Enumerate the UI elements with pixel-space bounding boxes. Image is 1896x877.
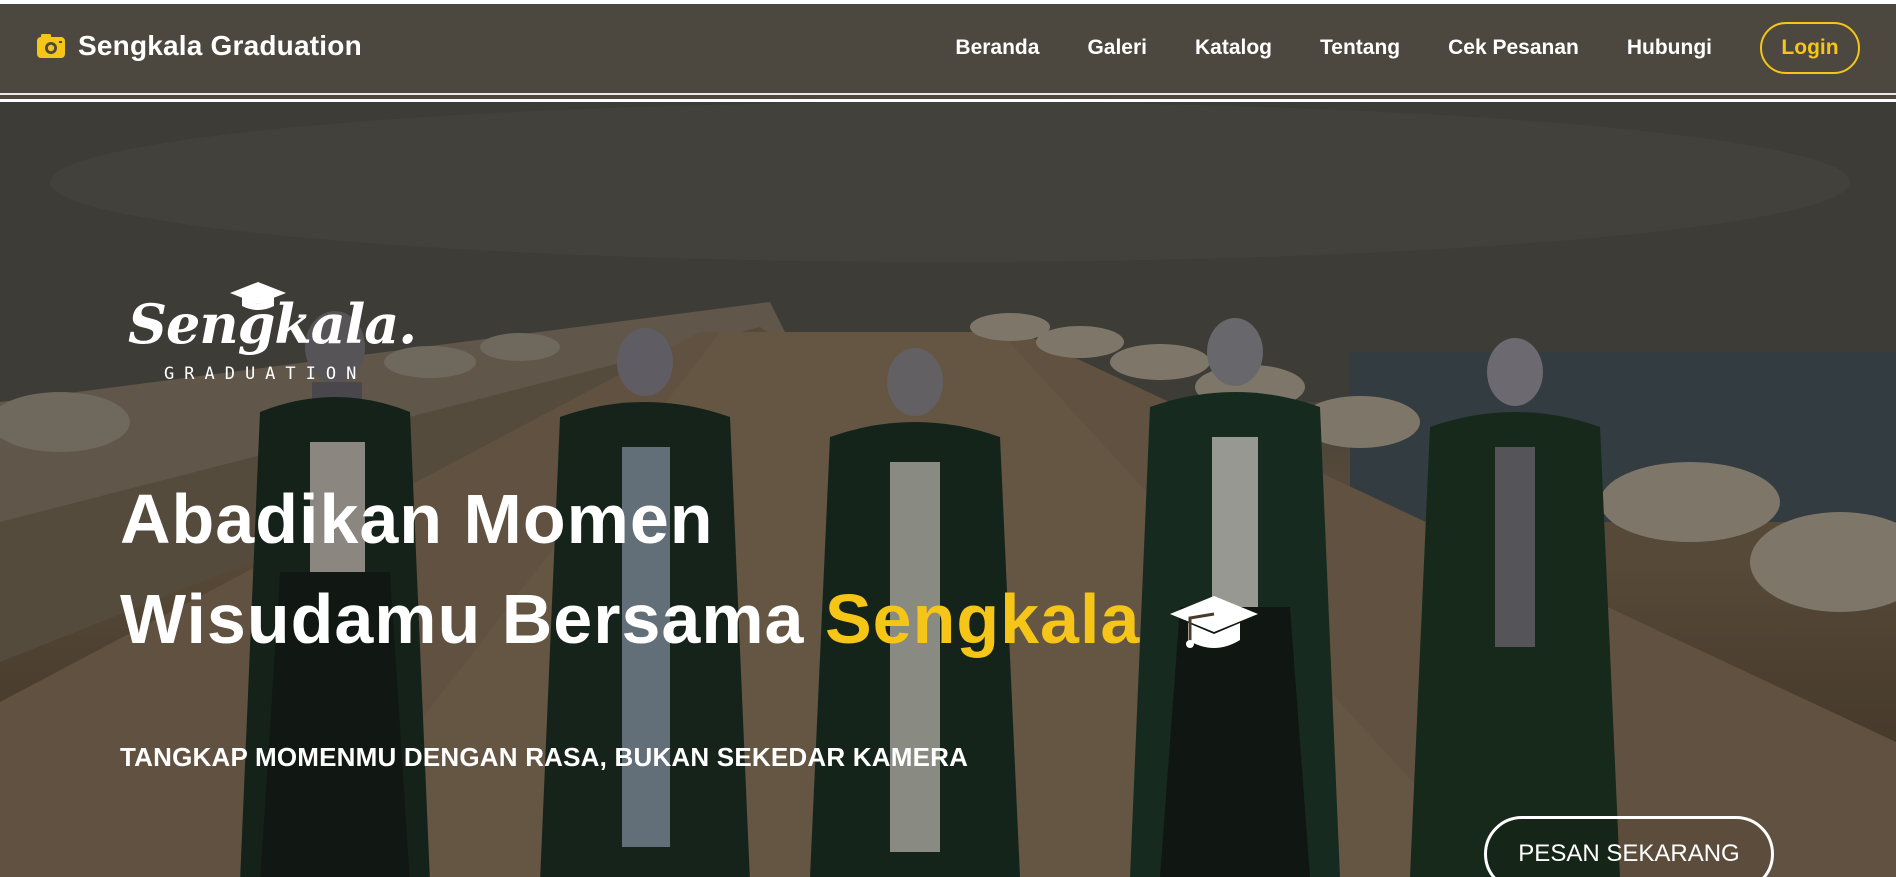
hero-headline: Abadikan Momen Wisudamu Bersama Sengkala [120,469,1260,669]
nav-link-cek-pesanan[interactable]: Cek Pesanan [1448,36,1579,60]
nav-link-galeri[interactable]: Galeri [1087,36,1147,60]
logo-tagline: GRADUATION [164,364,367,384]
sengkala-logo: Sengkala. GRADUATION [128,282,428,392]
nav-link-beranda[interactable]: Beranda [955,36,1039,60]
order-now-button[interactable]: PESAN SEKARANG [1484,816,1774,877]
login-button[interactable]: Login [1760,22,1860,74]
camera-icon [36,32,66,60]
logo-wordmark: Sengkala. [128,292,417,356]
headline-line-2-prefix: Wisudamu Bersama [120,579,805,658]
headline-accent: Sengkala [824,579,1141,658]
nav-link-hubungi[interactable]: Hubungi [1627,36,1712,60]
headline-line-1: Abadikan Momen [120,479,714,558]
brand-title: Sengkala Graduation [78,30,362,61]
hero-subheading: TANGKAP MOMENMU DENGAN RASA, BUKAN SEKED… [120,742,969,772]
nav-link-katalog[interactable]: Katalog [1195,36,1272,60]
nav-links: Beranda Galeri Katalog Tentang Cek Pesan… [907,22,1860,74]
brand[interactable]: Sengkala Graduation [36,30,362,62]
hero-section: Sengkala. GRADUATION Abadikan Momen Wisu… [0,102,1896,877]
navbar: Sengkala Graduation Beranda Galeri Katal… [0,4,1896,99]
nav-link-tentang[interactable]: Tentang [1320,36,1400,60]
graduation-cap-icon [1168,584,1260,649]
